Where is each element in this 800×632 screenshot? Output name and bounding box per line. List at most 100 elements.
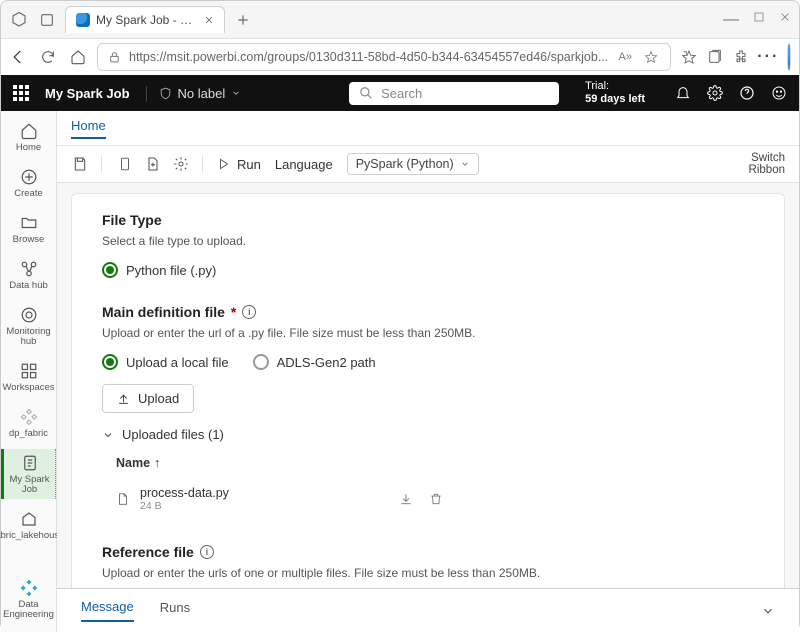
lock-icon [108, 51, 121, 64]
sidebar-item-lakehouse[interactable]: fabric_lakehouse [1, 505, 56, 545]
section-title: Reference file [102, 544, 194, 560]
notifications-icon[interactable] [675, 85, 691, 101]
help-icon[interactable] [739, 85, 755, 101]
form-scroll[interactable]: File Type Select a file type to upload. … [57, 183, 799, 588]
workspace-icon [19, 407, 39, 427]
sidebar-item-label: fabric_lakehouse [0, 531, 64, 541]
sidebar-item-monitoring[interactable]: Monitoring hub [1, 301, 56, 351]
file-name: process-data.py [140, 486, 229, 500]
settings-icon[interactable] [172, 155, 190, 173]
section-desc: Upload or enter the url of a .py file. F… [102, 326, 754, 340]
breadcrumb[interactable]: Home [71, 118, 106, 139]
browse-icon [19, 213, 39, 233]
uploaded-files-expander[interactable]: Uploaded files (1) [102, 427, 754, 442]
sort-asc-icon: ↑ [154, 456, 160, 470]
tabs-icon[interactable] [37, 10, 57, 30]
expander-label: Uploaded files (1) [122, 427, 224, 442]
app-launcher-icon[interactable] [13, 85, 29, 101]
trial-status: Trial: 59 days left [585, 80, 645, 105]
switch-line1: Switch [749, 152, 785, 164]
section-title: File Type [102, 212, 754, 228]
radio-upload-local[interactable]: Upload a local file [102, 354, 229, 370]
minimize-icon[interactable]: — [723, 11, 739, 29]
switch-line2: Ribbon [749, 164, 785, 176]
sidebar-item-persona[interactable]: Data Engineering [1, 574, 56, 624]
radio-label: Python file (.py) [126, 263, 216, 278]
settings-gear-icon[interactable] [707, 85, 723, 101]
chevron-down-icon [460, 159, 470, 169]
required-marker: * [231, 304, 236, 320]
trial-label: Trial: [585, 80, 645, 93]
no-label-text: No label [178, 86, 226, 101]
sidebar-item-workspaces[interactable]: Workspaces [1, 357, 56, 397]
address-bar[interactable]: https://msit.powerbi.com/groups/0130d311… [97, 43, 671, 71]
browser-urlbar: https://msit.powerbi.com/groups/0130d311… [1, 39, 799, 75]
info-icon[interactable]: i [242, 305, 256, 319]
url-text: https://msit.powerbi.com/groups/0130d311… [129, 50, 608, 64]
sensitivity-label[interactable]: No label [146, 86, 242, 101]
radio-python-file[interactable]: Python file (.py) [102, 262, 216, 278]
profile-icon[interactable] [9, 10, 29, 30]
sidebar-item-label: Home [16, 143, 41, 153]
switch-ribbon-button[interactable]: Switch Ribbon [749, 152, 785, 176]
favorite-icon[interactable] [642, 48, 660, 66]
new-tab-icon[interactable] [233, 10, 253, 30]
feedback-icon[interactable] [771, 85, 787, 101]
chevron-down-icon[interactable] [761, 604, 775, 618]
close-window-icon[interactable] [779, 11, 791, 29]
tab-favicon-icon [76, 13, 90, 27]
section-desc: Select a file type to upload. [102, 234, 754, 248]
maximize-icon[interactable] [753, 11, 765, 29]
global-search[interactable]: Search [349, 82, 559, 105]
persona-icon [19, 578, 39, 598]
radio-label: Upload a local file [126, 355, 229, 370]
collections-icon[interactable] [707, 48, 723, 66]
table-row: process-data.py 24 B [116, 480, 754, 518]
refresh-icon[interactable] [39, 48, 57, 66]
sidebar-item-dpfabric[interactable]: dp_fabric [1, 403, 56, 443]
device-icon[interactable] [116, 155, 134, 173]
sidebar-item-label: Workspaces [2, 383, 54, 393]
column-header-name[interactable]: Name ↑ [116, 456, 754, 470]
tab-runs[interactable]: Runs [160, 600, 190, 621]
close-tab-icon[interactable] [204, 15, 214, 25]
radio-adls-path[interactable]: ADLS-Gen2 path [253, 354, 376, 370]
save-icon[interactable] [71, 155, 89, 173]
file-size: 24 B [140, 500, 229, 512]
add-file-icon[interactable] [144, 155, 162, 173]
breadcrumb-row: Home [57, 111, 799, 146]
more-icon[interactable]: ··· [759, 48, 777, 66]
sidebar-item-datahub[interactable]: Data hub [1, 255, 56, 295]
file-icon [116, 491, 130, 507]
app-title: My Spark Job [45, 86, 130, 101]
read-aloud-icon[interactable]: A» [616, 48, 634, 66]
radio-label: ADLS-Gen2 path [277, 355, 376, 370]
radio-selected-icon [102, 262, 118, 278]
delete-icon[interactable] [429, 492, 443, 506]
info-icon[interactable]: i [200, 545, 214, 559]
sparkjob-icon [20, 453, 40, 473]
run-button[interactable]: Run [217, 157, 261, 172]
download-icon[interactable] [399, 492, 413, 506]
window-controls: — [723, 11, 791, 29]
sidebar-item-create[interactable]: Create [1, 163, 56, 203]
create-icon [19, 167, 39, 187]
bing-chat-icon[interactable] [787, 43, 791, 71]
language-value: PySpark (Python) [356, 157, 454, 171]
radio-selected-icon [102, 354, 118, 370]
tab-message[interactable]: Message [81, 599, 134, 622]
back-icon[interactable] [9, 48, 27, 66]
browser-tab[interactable]: My Spark Job - Synapse Data E [65, 6, 225, 33]
sidebar-item-label: Browse [13, 235, 45, 245]
sidebar-item-browse[interactable]: Browse [1, 209, 56, 249]
bottom-panel-tabs: Message Runs [57, 588, 799, 632]
extensions-icon[interactable] [733, 48, 749, 66]
favorites-bar-icon[interactable] [681, 48, 697, 66]
language-dropdown[interactable]: PySpark (Python) [347, 153, 479, 175]
section-desc: Upload or enter the urls of one or multi… [102, 566, 754, 580]
workspaces-icon [19, 361, 39, 381]
sidebar-item-mysparkjob[interactable]: My Spark Job [1, 449, 56, 499]
upload-button[interactable]: Upload [102, 384, 194, 413]
sidebar-item-home[interactable]: Home [1, 117, 56, 157]
home-icon[interactable] [69, 48, 87, 66]
